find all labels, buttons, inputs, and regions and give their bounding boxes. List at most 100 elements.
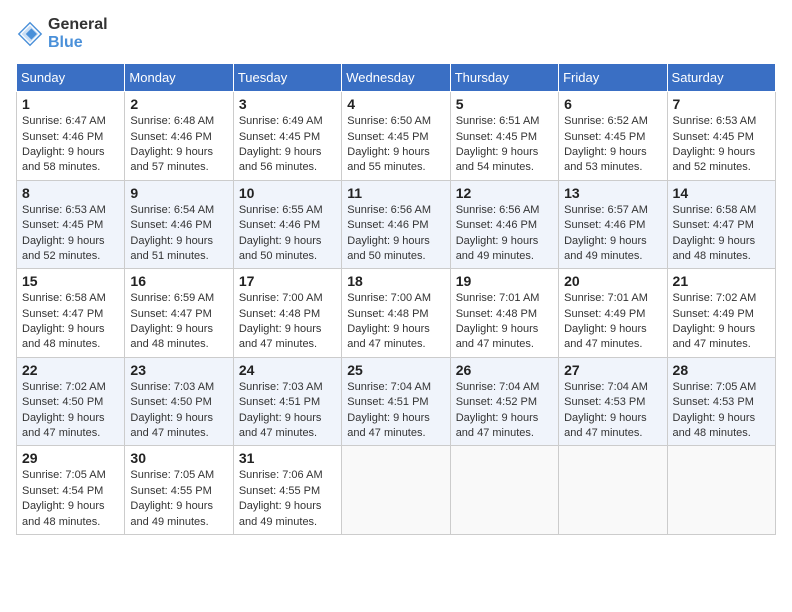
- weekday-header-tuesday: Tuesday: [233, 64, 341, 92]
- day-info: Sunrise: 7:04 AM Sunset: 4:53 PM Dayligh…: [564, 380, 661, 442]
- day-info: Sunrise: 6:58 AM Sunset: 4:47 PM Dayligh…: [22, 291, 119, 353]
- calendar-table: SundayMondayTuesdayWednesdayThursdayFrid…: [16, 63, 776, 535]
- day-number: 25: [347, 362, 444, 378]
- day-info: Sunrise: 6:55 AM Sunset: 4:46 PM Dayligh…: [239, 203, 336, 265]
- calendar-cell: 9 Sunrise: 6:54 AM Sunset: 4:46 PM Dayli…: [125, 180, 233, 269]
- day-info: Sunrise: 6:48 AM Sunset: 4:46 PM Dayligh…: [130, 114, 227, 176]
- weekday-header-sunday: Sunday: [17, 64, 125, 92]
- day-info: Sunrise: 7:02 AM Sunset: 4:50 PM Dayligh…: [22, 380, 119, 442]
- calendar-cell: 19 Sunrise: 7:01 AM Sunset: 4:48 PM Dayl…: [450, 269, 558, 358]
- day-info: Sunrise: 7:00 AM Sunset: 4:48 PM Dayligh…: [239, 291, 336, 353]
- day-number: 19: [456, 273, 553, 289]
- day-number: 17: [239, 273, 336, 289]
- calendar-cell: 22 Sunrise: 7:02 AM Sunset: 4:50 PM Dayl…: [17, 357, 125, 446]
- day-info: Sunrise: 6:50 AM Sunset: 4:45 PM Dayligh…: [347, 114, 444, 176]
- day-number: 8: [22, 185, 119, 201]
- calendar-cell: 31 Sunrise: 7:06 AM Sunset: 4:55 PM Dayl…: [233, 446, 341, 535]
- calendar-cell: 21 Sunrise: 7:02 AM Sunset: 4:49 PM Dayl…: [667, 269, 775, 358]
- calendar-cell: 17 Sunrise: 7:00 AM Sunset: 4:48 PM Dayl…: [233, 269, 341, 358]
- calendar-cell: 7 Sunrise: 6:53 AM Sunset: 4:45 PM Dayli…: [667, 92, 775, 181]
- day-number: 4: [347, 96, 444, 112]
- day-number: 31: [239, 450, 336, 466]
- weekday-header-friday: Friday: [559, 64, 667, 92]
- calendar-cell: [450, 446, 558, 535]
- calendar-cell: 30 Sunrise: 7:05 AM Sunset: 4:55 PM Dayl…: [125, 446, 233, 535]
- day-info: Sunrise: 7:03 AM Sunset: 4:50 PM Dayligh…: [130, 380, 227, 442]
- day-number: 29: [22, 450, 119, 466]
- day-info: Sunrise: 6:54 AM Sunset: 4:46 PM Dayligh…: [130, 203, 227, 265]
- calendar-cell: 24 Sunrise: 7:03 AM Sunset: 4:51 PM Dayl…: [233, 357, 341, 446]
- calendar-cell: 14 Sunrise: 6:58 AM Sunset: 4:47 PM Dayl…: [667, 180, 775, 269]
- calendar-cell: 18 Sunrise: 7:00 AM Sunset: 4:48 PM Dayl…: [342, 269, 450, 358]
- weekday-header-thursday: Thursday: [450, 64, 558, 92]
- day-info: Sunrise: 6:57 AM Sunset: 4:46 PM Dayligh…: [564, 203, 661, 265]
- calendar-cell: 29 Sunrise: 7:05 AM Sunset: 4:54 PM Dayl…: [17, 446, 125, 535]
- day-number: 14: [673, 185, 770, 201]
- day-info: Sunrise: 6:58 AM Sunset: 4:47 PM Dayligh…: [673, 203, 770, 265]
- day-number: 22: [22, 362, 119, 378]
- day-number: 9: [130, 185, 227, 201]
- calendar-cell: 2 Sunrise: 6:48 AM Sunset: 4:46 PM Dayli…: [125, 92, 233, 181]
- page-header: General Blue: [16, 16, 776, 51]
- day-number: 24: [239, 362, 336, 378]
- day-info: Sunrise: 7:05 AM Sunset: 4:55 PM Dayligh…: [130, 468, 227, 530]
- calendar-cell: 13 Sunrise: 6:57 AM Sunset: 4:46 PM Dayl…: [559, 180, 667, 269]
- calendar-cell: 4 Sunrise: 6:50 AM Sunset: 4:45 PM Dayli…: [342, 92, 450, 181]
- day-number: 21: [673, 273, 770, 289]
- day-info: Sunrise: 6:59 AM Sunset: 4:47 PM Dayligh…: [130, 291, 227, 353]
- calendar-cell: 16 Sunrise: 6:59 AM Sunset: 4:47 PM Dayl…: [125, 269, 233, 358]
- logo: General Blue: [16, 16, 108, 51]
- calendar-cell: 27 Sunrise: 7:04 AM Sunset: 4:53 PM Dayl…: [559, 357, 667, 446]
- day-number: 7: [673, 96, 770, 112]
- day-info: Sunrise: 6:51 AM Sunset: 4:45 PM Dayligh…: [456, 114, 553, 176]
- day-number: 20: [564, 273, 661, 289]
- day-number: 30: [130, 450, 227, 466]
- day-number: 2: [130, 96, 227, 112]
- day-number: 6: [564, 96, 661, 112]
- day-info: Sunrise: 7:04 AM Sunset: 4:52 PM Dayligh…: [456, 380, 553, 442]
- calendar-cell: 25 Sunrise: 7:04 AM Sunset: 4:51 PM Dayl…: [342, 357, 450, 446]
- day-number: 26: [456, 362, 553, 378]
- day-info: Sunrise: 7:01 AM Sunset: 4:49 PM Dayligh…: [564, 291, 661, 353]
- day-info: Sunrise: 6:56 AM Sunset: 4:46 PM Dayligh…: [347, 203, 444, 265]
- day-number: 12: [456, 185, 553, 201]
- day-info: Sunrise: 7:01 AM Sunset: 4:48 PM Dayligh…: [456, 291, 553, 353]
- day-number: 27: [564, 362, 661, 378]
- day-number: 10: [239, 185, 336, 201]
- weekday-header-monday: Monday: [125, 64, 233, 92]
- day-number: 23: [130, 362, 227, 378]
- day-info: Sunrise: 7:05 AM Sunset: 4:54 PM Dayligh…: [22, 468, 119, 530]
- day-info: Sunrise: 7:05 AM Sunset: 4:53 PM Dayligh…: [673, 380, 770, 442]
- day-number: 1: [22, 96, 119, 112]
- calendar-cell: 3 Sunrise: 6:49 AM Sunset: 4:45 PM Dayli…: [233, 92, 341, 181]
- day-info: Sunrise: 7:06 AM Sunset: 4:55 PM Dayligh…: [239, 468, 336, 530]
- day-info: Sunrise: 6:56 AM Sunset: 4:46 PM Dayligh…: [456, 203, 553, 265]
- day-info: Sunrise: 6:53 AM Sunset: 4:45 PM Dayligh…: [22, 203, 119, 265]
- day-info: Sunrise: 6:47 AM Sunset: 4:46 PM Dayligh…: [22, 114, 119, 176]
- day-number: 15: [22, 273, 119, 289]
- day-number: 5: [456, 96, 553, 112]
- day-number: 28: [673, 362, 770, 378]
- day-info: Sunrise: 7:00 AM Sunset: 4:48 PM Dayligh…: [347, 291, 444, 353]
- calendar-cell: [667, 446, 775, 535]
- day-number: 13: [564, 185, 661, 201]
- calendar-cell: 5 Sunrise: 6:51 AM Sunset: 4:45 PM Dayli…: [450, 92, 558, 181]
- day-info: Sunrise: 7:03 AM Sunset: 4:51 PM Dayligh…: [239, 380, 336, 442]
- day-number: 3: [239, 96, 336, 112]
- day-info: Sunrise: 7:02 AM Sunset: 4:49 PM Dayligh…: [673, 291, 770, 353]
- calendar-cell: 28 Sunrise: 7:05 AM Sunset: 4:53 PM Dayl…: [667, 357, 775, 446]
- calendar-cell: 11 Sunrise: 6:56 AM Sunset: 4:46 PM Dayl…: [342, 180, 450, 269]
- calendar-cell: 1 Sunrise: 6:47 AM Sunset: 4:46 PM Dayli…: [17, 92, 125, 181]
- calendar-cell: 20 Sunrise: 7:01 AM Sunset: 4:49 PM Dayl…: [559, 269, 667, 358]
- weekday-header-wednesday: Wednesday: [342, 64, 450, 92]
- day-info: Sunrise: 7:04 AM Sunset: 4:51 PM Dayligh…: [347, 380, 444, 442]
- day-number: 16: [130, 273, 227, 289]
- weekday-header-saturday: Saturday: [667, 64, 775, 92]
- calendar-cell: 10 Sunrise: 6:55 AM Sunset: 4:46 PM Dayl…: [233, 180, 341, 269]
- calendar-cell: [342, 446, 450, 535]
- day-info: Sunrise: 6:49 AM Sunset: 4:45 PM Dayligh…: [239, 114, 336, 176]
- calendar-cell: 12 Sunrise: 6:56 AM Sunset: 4:46 PM Dayl…: [450, 180, 558, 269]
- logo-icon: [16, 20, 44, 48]
- calendar-cell: 26 Sunrise: 7:04 AM Sunset: 4:52 PM Dayl…: [450, 357, 558, 446]
- day-info: Sunrise: 6:53 AM Sunset: 4:45 PM Dayligh…: [673, 114, 770, 176]
